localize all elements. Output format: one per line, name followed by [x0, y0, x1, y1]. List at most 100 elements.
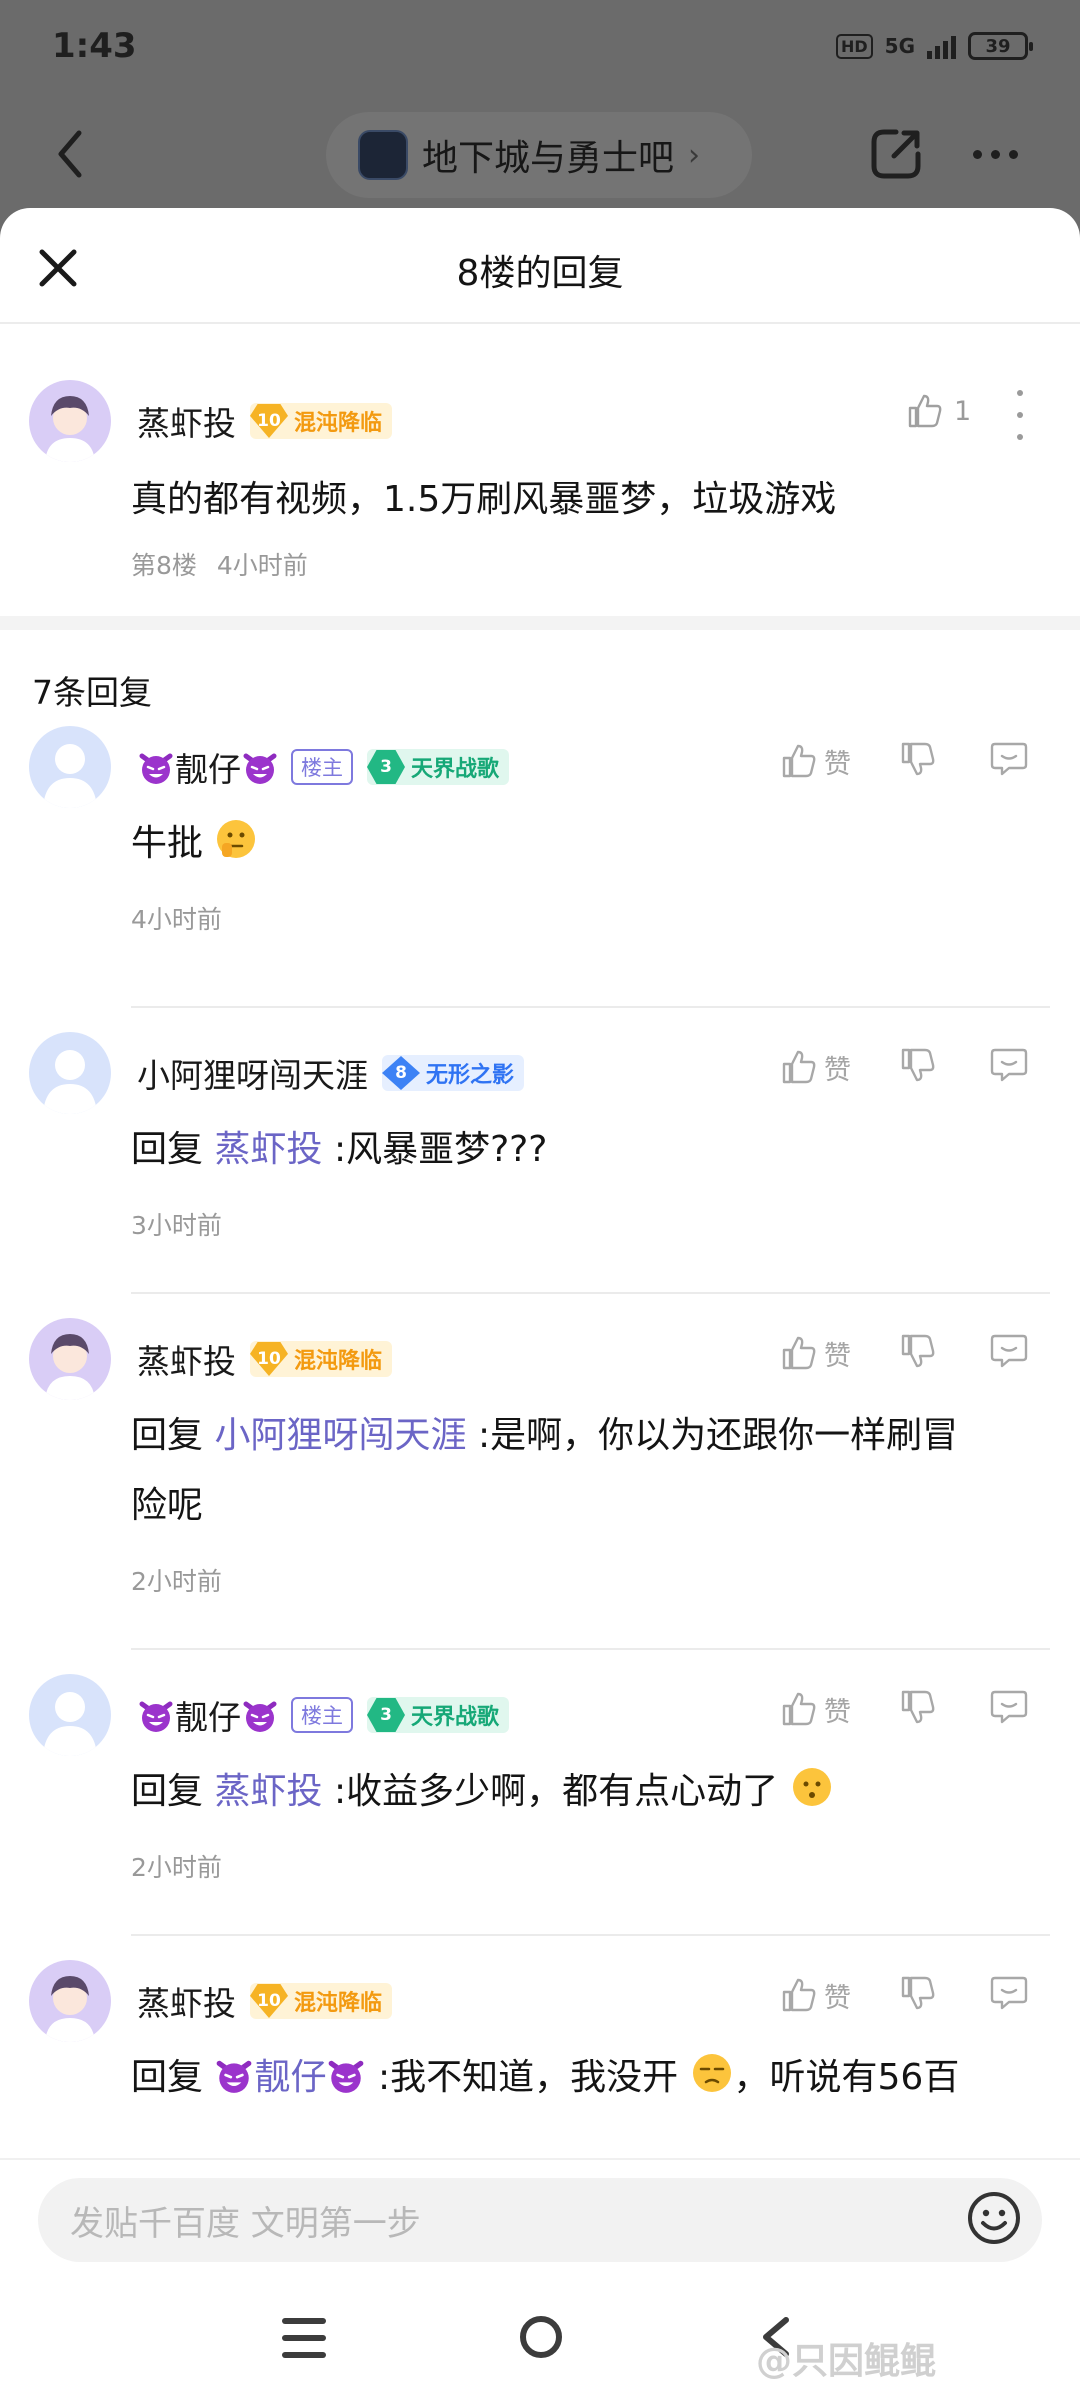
mention-link[interactable]: 蒸虾投 [214, 1771, 322, 1812]
reply-item: 靓仔 楼主 3 天界战歌 赞 回复 蒸虾投 :收益多少啊，都有点心动了 2小时前 [0, 1650, 1080, 1936]
op-badge: 楼主 [291, 749, 353, 785]
username[interactable]: 小阿狸呀闯天涯 [137, 1049, 368, 1097]
like-button[interactable]: 赞 [780, 1976, 851, 2015]
forum-pill[interactable]: 地下城与勇士吧 › [326, 112, 752, 198]
floor-label: 第8楼 [131, 551, 197, 580]
like-button[interactable]: 1 [906, 392, 971, 430]
like-button[interactable]: 赞 [780, 1334, 851, 1373]
comment-button[interactable] [989, 1974, 1029, 2016]
hushed-emoji-icon [792, 1768, 831, 1806]
section-divider [0, 616, 1080, 630]
level-title: 混沌降临 [294, 1349, 383, 1374]
level-badge: 3 天界战歌 [367, 749, 510, 785]
comment-icon [990, 1976, 1028, 2010]
level-gem-icon: 10 [250, 1342, 288, 1376]
level-gem-icon: 3 [367, 750, 405, 784]
level-badge: 10 混沌降临 [250, 1983, 393, 2019]
reply-user-row: 靓仔 楼主 3 天界战歌 [137, 742, 510, 792]
thinking-emoji-icon [217, 820, 256, 858]
comment-button[interactable] [989, 1332, 1029, 1374]
reply-item: 蒸虾投 10 混沌降临 赞 回复 小阿狸呀闯天涯 :是啊，你以为还跟你一样刷冒 … [0, 1294, 1080, 1650]
level-badge: 3 天界战歌 [367, 1697, 510, 1733]
forum-name: 地下城与勇士吧 [422, 138, 675, 179]
username[interactable]: 蒸虾投 [137, 1335, 236, 1383]
home-button[interactable] [520, 2316, 562, 2358]
reply-actions: 赞 [780, 1046, 1029, 1088]
emoji-button[interactable] [966, 2190, 1022, 2246]
comment-button[interactable] [989, 740, 1029, 782]
post-time: 4小时前 [216, 551, 308, 580]
reply-text: 牛批 [131, 814, 258, 866]
dislike-button[interactable] [899, 740, 937, 782]
post-user-row: 蒸虾投 10 混沌降临 [137, 396, 393, 446]
thumbs-up-icon [782, 1050, 816, 1084]
share-button[interactable] [866, 124, 926, 184]
recent-apps-button[interactable] [282, 2318, 326, 2358]
level-title: 无形之影 [426, 1063, 515, 1088]
reply-actions: 赞 [780, 1974, 1029, 2016]
sheet-header: 8楼的回复 [0, 208, 1080, 324]
battery-icon: 39 [968, 32, 1033, 60]
more-options-button[interactable] [1010, 390, 1030, 440]
like-count: 1 [954, 395, 972, 427]
reply-text: 回复 蒸虾投 :风暴噩梦??? [131, 1129, 548, 1170]
like-label: 赞 [824, 1054, 851, 1086]
like-button[interactable]: 赞 [780, 742, 851, 781]
reply-count: 7条回复 [32, 673, 152, 712]
status-time: 1:43 [52, 26, 137, 66]
thumbs-up-icon [908, 394, 942, 428]
network-label: 5G [884, 34, 915, 58]
avatar[interactable] [29, 1318, 111, 1400]
like-label: 赞 [824, 748, 851, 780]
thumbs-down-icon [901, 742, 935, 776]
username[interactable]: 蒸虾投 [137, 397, 236, 445]
dislike-button[interactable] [899, 1688, 937, 1730]
avatar[interactable] [29, 1960, 111, 2042]
username[interactable]: 靓仔 [175, 743, 241, 791]
level-title: 天界战歌 [411, 757, 500, 782]
level-gem-icon: 10 [250, 1984, 288, 2018]
dislike-button[interactable] [899, 1332, 937, 1374]
thumbs-down-icon [901, 1976, 935, 2010]
back-icon [58, 130, 82, 178]
mention-link[interactable]: 小阿狸呀闯天涯 [214, 1415, 466, 1456]
thumbs-down-icon [901, 1334, 935, 1368]
comment-icon [990, 1690, 1028, 1724]
back-button[interactable] [40, 124, 100, 184]
reply-time: 2小时前 [131, 1567, 222, 1596]
dislike-button[interactable] [899, 1974, 937, 2016]
reply-text: 回复 蒸虾投 :收益多少啊，都有点心动了 [131, 1762, 834, 1814]
devil-emoji-icon [139, 753, 173, 784]
watermark: @只因鲲鲲 [756, 2341, 937, 2382]
sheet-title: 8楼的回复 [456, 253, 624, 294]
reply-text: 回复 小阿狸呀闯天涯 :是啊，你以为还跟你一样刷冒 [131, 1415, 959, 1456]
comment-button[interactable] [989, 1046, 1029, 1088]
avatar[interactable] [29, 380, 111, 462]
username[interactable]: 蒸虾投 [137, 1977, 236, 2025]
share-icon [871, 129, 921, 179]
more-button[interactable] [960, 124, 1030, 184]
devil-emoji-icon [243, 753, 277, 784]
like-button[interactable]: 赞 [780, 1690, 851, 1729]
comment-icon [990, 1048, 1028, 1082]
comment-icon [990, 742, 1028, 776]
op-badge: 楼主 [291, 1697, 353, 1733]
like-button[interactable]: 赞 [780, 1048, 851, 1087]
thumbs-up-icon [782, 1336, 816, 1370]
level-gem-icon: 3 [367, 1698, 405, 1732]
mention-link[interactable]: 靓仔 [254, 2057, 326, 2098]
comment-input[interactable]: 发贴千百度 文明第一步 [38, 2178, 1042, 2262]
avatar[interactable] [29, 1032, 111, 1114]
avatar[interactable] [29, 1674, 111, 1756]
reply-user-row: 蒸虾投 10 混沌降临 [137, 1976, 393, 2026]
battery-level: 39 [985, 35, 1011, 57]
comment-button[interactable] [989, 1688, 1029, 1730]
reply-actions: 赞 [780, 1688, 1029, 1730]
reply-time: 3小时前 [131, 1211, 222, 1240]
level-badge: 10 混沌降临 [250, 403, 393, 439]
dislike-button[interactable] [899, 1046, 937, 1088]
forum-logo [358, 130, 408, 180]
mention-link[interactable]: 蒸虾投 [214, 1129, 322, 1170]
avatar[interactable] [29, 726, 111, 808]
username[interactable]: 靓仔 [175, 1691, 241, 1739]
